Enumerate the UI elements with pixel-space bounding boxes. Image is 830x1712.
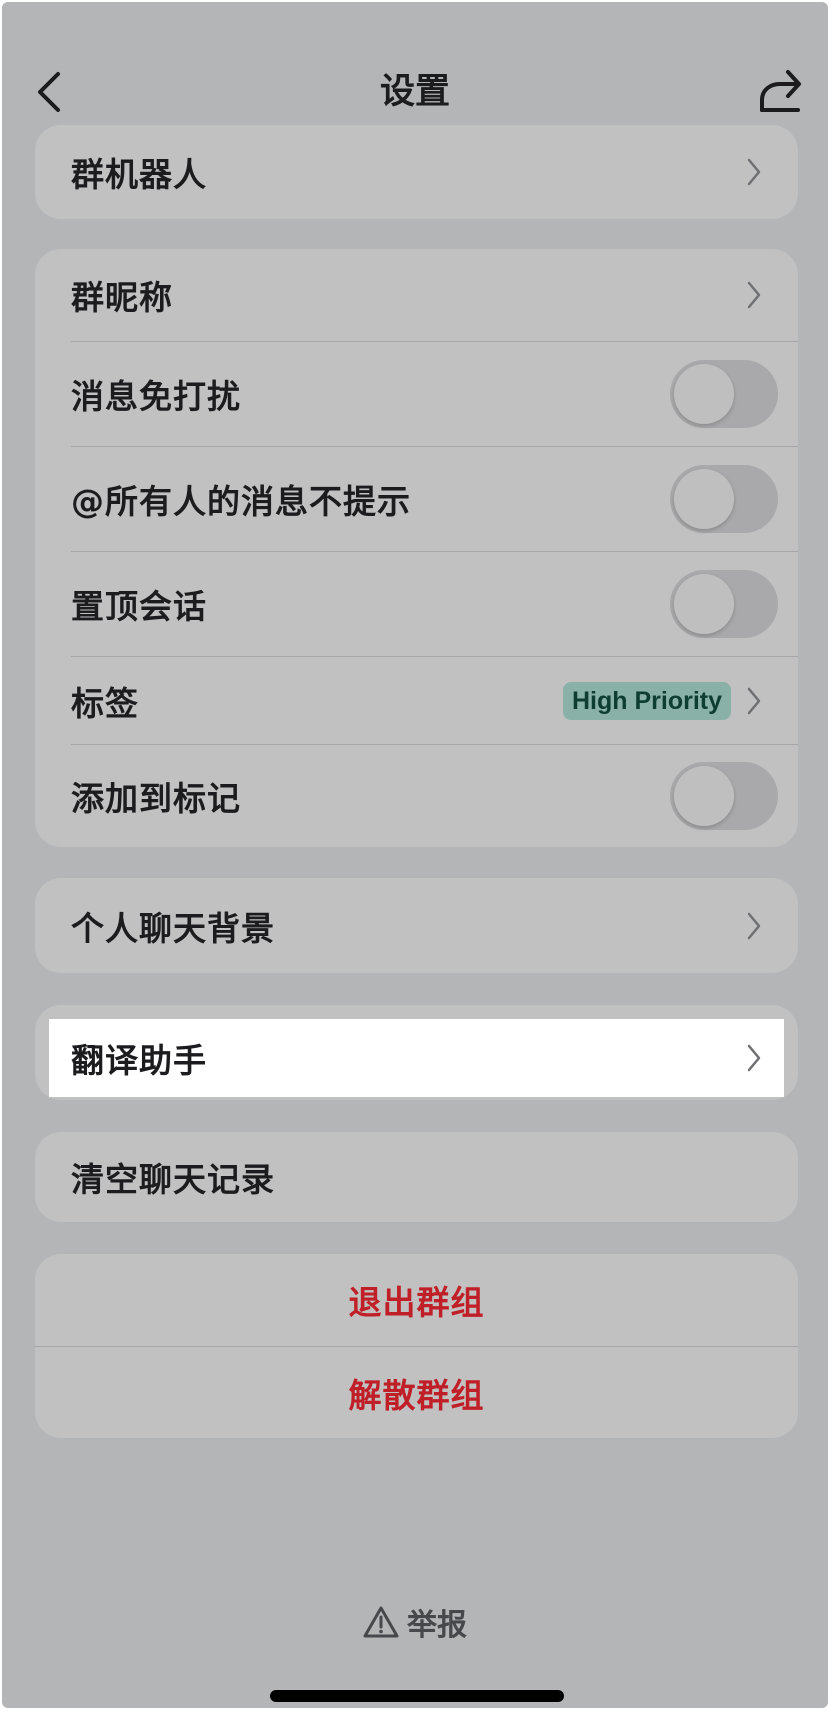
home-indicator	[270, 1690, 564, 1702]
background-card: 个人聊天背景	[35, 878, 798, 973]
toggle-knob	[674, 364, 734, 424]
mention-all-row: @所有人的消息不提示	[35, 447, 798, 551]
mute-row: 消息免打扰	[35, 342, 798, 446]
group-bots-label: 群机器人	[71, 155, 207, 194]
translate-assistant-row[interactable]: 翻译助手	[49, 1019, 784, 1097]
report-content: 举报	[363, 1600, 467, 1644]
group-nickname-row[interactable]: 群昵称	[35, 249, 798, 341]
group-bots-row[interactable]: 群机器人	[35, 125, 798, 219]
translate-card: 翻译助手	[35, 1005, 798, 1100]
pin-chat-row: 置顶会话	[35, 552, 798, 656]
chevron-right-icon	[747, 158, 761, 186]
mention-all-toggle[interactable]	[670, 465, 778, 533]
clear-history-label: 清空聊天记录	[71, 1160, 275, 1199]
toggle-knob	[674, 574, 734, 634]
dissolve-group-label: 解散群组	[348, 1375, 485, 1415]
pin-chat-toggle[interactable]	[670, 570, 778, 638]
chevron-right-icon	[747, 912, 761, 939]
tag-badge: High Priority	[562, 681, 731, 720]
add-to-marks-row: 添加到标记	[35, 745, 798, 847]
mute-toggle[interactable]	[670, 360, 778, 428]
warning-triangle-icon	[363, 1606, 399, 1638]
leave-group-label: 退出群组	[348, 1283, 485, 1322]
chat-background-row[interactable]: 个人聊天背景	[35, 878, 798, 973]
tags-label: 标签	[71, 683, 139, 723]
mute-label: 消息免打扰	[71, 377, 241, 416]
group-nickname-label: 群昵称	[71, 278, 173, 317]
bots-card: 群机器人	[35, 125, 798, 219]
add-to-marks-toggle[interactable]	[670, 762, 778, 830]
translate-assistant-label: 翻译助手	[71, 1041, 207, 1080]
share-button[interactable]	[758, 66, 804, 114]
settings-screen: 设置 群机器人 群昵称 消息免打扰 @所有人的消息不提示 置顶会话 标签 Hig…	[2, 2, 828, 1708]
chevron-right-icon	[747, 687, 761, 714]
mention-all-label: @所有人的消息不提示	[71, 482, 411, 521]
page-title: 设置	[379, 72, 450, 112]
clear-history-card: 清空聊天记录	[35, 1132, 798, 1222]
clear-history-row[interactable]: 清空聊天记录	[35, 1132, 798, 1222]
add-to-marks-label: 添加到标记	[71, 779, 241, 818]
chat-settings-card: 群昵称 消息免打扰 @所有人的消息不提示 置顶会话 标签 High Priori…	[35, 249, 798, 847]
chat-background-label: 个人聊天背景	[71, 908, 275, 948]
danger-actions-card: 退出群组 解散群组	[35, 1254, 798, 1438]
dissolve-group-button[interactable]: 解散群组	[35, 1347, 798, 1438]
tags-row[interactable]: 标签 High Priority	[35, 657, 798, 744]
pin-chat-label: 置顶会话	[71, 587, 207, 626]
chevron-right-icon	[747, 281, 761, 309]
report-label: 举报	[407, 1608, 467, 1643]
toggle-knob	[674, 469, 734, 529]
navigation-bar: 设置	[2, 52, 828, 132]
leave-group-button[interactable]: 退出群组	[35, 1254, 798, 1346]
toggle-knob	[674, 766, 734, 826]
share-icon	[760, 70, 801, 112]
report-button[interactable]: 举报	[2, 1600, 828, 1650]
chevron-right-icon	[747, 1044, 761, 1072]
